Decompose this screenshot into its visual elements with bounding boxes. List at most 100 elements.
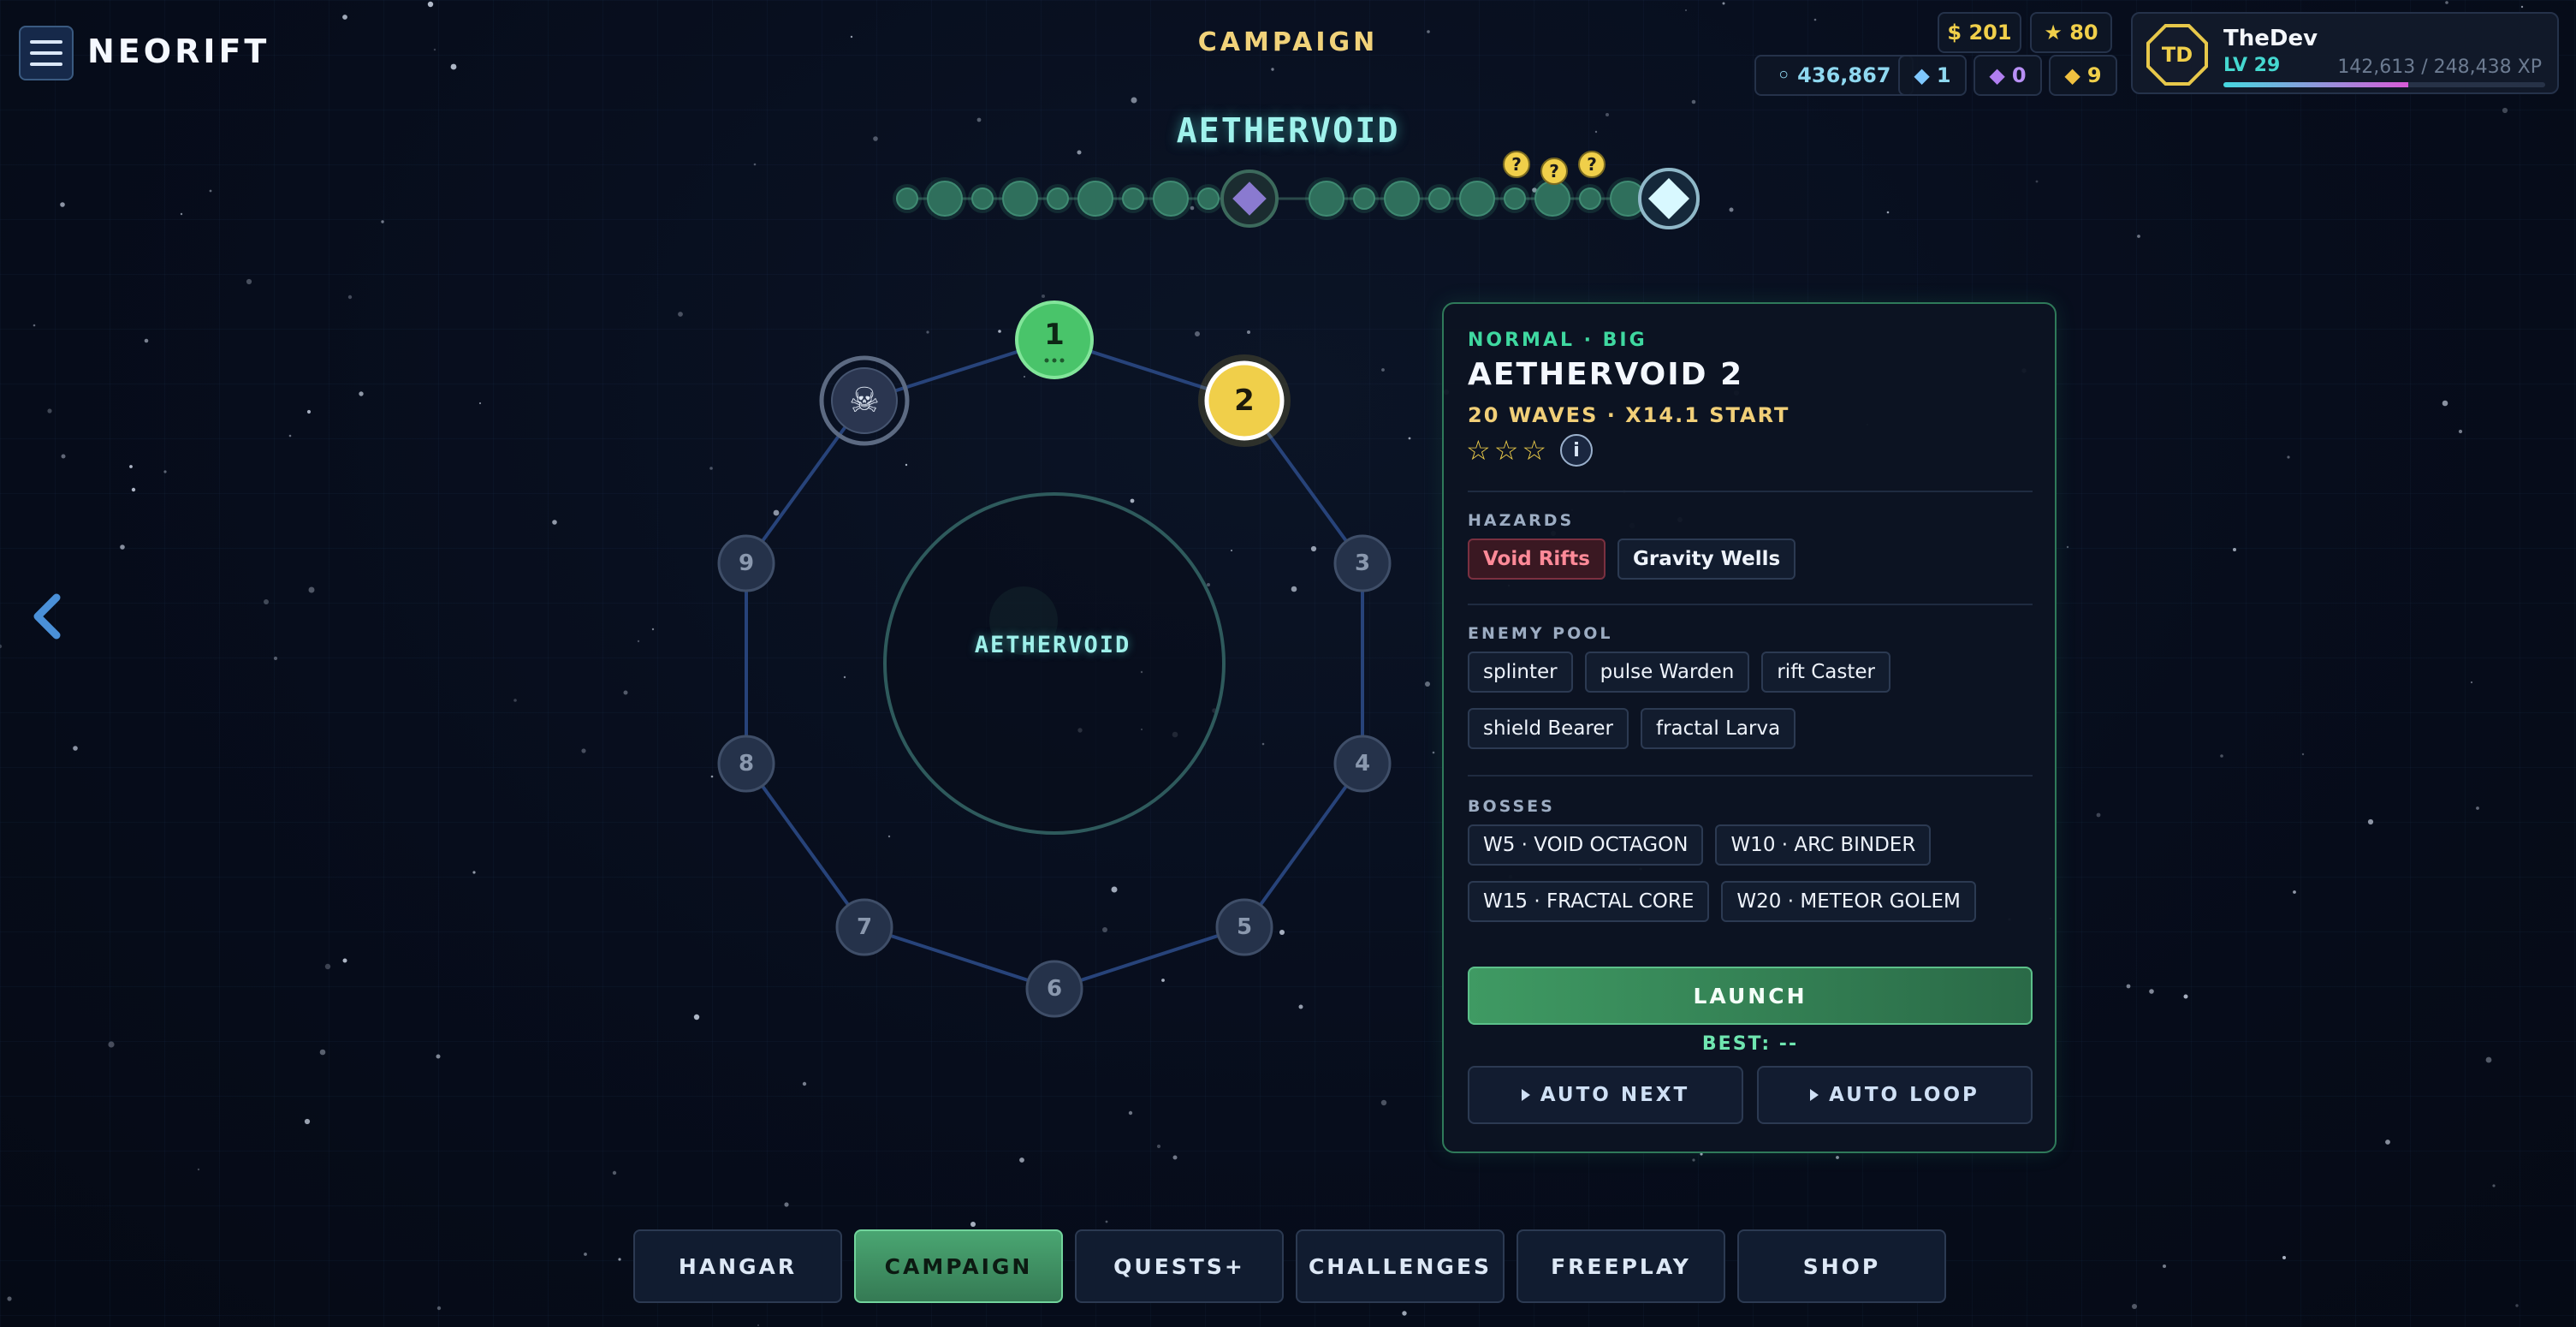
hamburger-menu-button[interactable] — [19, 26, 74, 80]
player-profile[interactable]: TD TheDev LV 29 142,613 / 248,438 XP — [2131, 12, 2559, 94]
star-dot — [1156, 1144, 1161, 1149]
world-core-circle — [883, 492, 1226, 835]
star-dot — [2293, 890, 2296, 894]
star-dot — [324, 963, 331, 970]
stage-node-9[interactable] — [717, 534, 775, 592]
xp-progress-bar — [2223, 82, 2545, 87]
stage-node-2[interactable] — [1198, 354, 1291, 447]
brand-logo: NEORIFT — [87, 33, 270, 70]
star-dot — [623, 690, 628, 695]
stage-node-5[interactable] — [1215, 898, 1273, 956]
star-dot — [2035, 180, 2039, 183]
progress-node — [923, 177, 966, 220]
nav-quests[interactable]: QUESTS+ — [1075, 1229, 1284, 1303]
launch-button[interactable]: LAUNCH — [1468, 967, 2033, 1025]
bosses-heading: BOSSES — [1468, 797, 1555, 816]
star-dot — [2385, 1140, 2390, 1145]
star-dot — [970, 1222, 976, 1227]
stage-node-boss[interactable] — [819, 355, 910, 446]
stage-node-6[interactable] — [1025, 960, 1083, 1018]
star-dot — [478, 402, 482, 405]
star-dot — [1105, 1220, 1108, 1223]
progress-node — [968, 184, 997, 213]
star-dot — [2183, 994, 2188, 999]
star-dot — [273, 656, 278, 661]
star-dot — [1019, 1157, 1024, 1163]
hazards-list: Void Rifts Gravity Wells — [1468, 539, 2041, 580]
diamond-purple-icon: ◆ — [1989, 63, 2005, 87]
progress-node — [1305, 177, 1348, 220]
stage-node-3[interactable] — [1333, 534, 1392, 592]
star-dot — [264, 599, 269, 604]
star-dot — [2287, 455, 2290, 459]
player-name: TheDev — [2223, 26, 2318, 51]
divider — [1468, 775, 2033, 777]
star-dot — [753, 163, 757, 166]
star-dot — [1813, 18, 1817, 21]
svg-text:?: ? — [1549, 161, 1559, 181]
star-dot — [618, 1258, 621, 1261]
progress-node — [1500, 184, 1529, 213]
star-dot — [581, 748, 586, 753]
unknown-question-icon: ? — [1540, 158, 1568, 185]
star-dot — [612, 1170, 617, 1175]
diamond-blue-icon: ◆ — [1914, 63, 1930, 87]
enemy-tag: rift Caster — [1761, 652, 1890, 693]
world-progress-track: ??? — [893, 151, 1700, 229]
star-dot — [976, 117, 982, 122]
star-dot — [436, 1054, 441, 1059]
progress-node — [1149, 177, 1192, 220]
stage-path — [1054, 925, 1245, 991]
star-dot — [2502, 107, 2508, 114]
nav-freeplay[interactable]: FREEPLAY — [1517, 1229, 1725, 1303]
stars-counter: ★ 80 — [2030, 12, 2112, 53]
star-dot — [2476, 806, 2479, 810]
star-dot — [433, 48, 436, 51]
star-dot — [2520, 5, 2524, 9]
nav-challenges[interactable]: CHALLENGES — [1296, 1229, 1505, 1303]
stage-path — [1243, 762, 1364, 929]
star-dot — [2470, 681, 2473, 684]
world-boss-diamond-icon — [1638, 168, 1700, 229]
star-dot — [1886, 211, 1890, 214]
auto-next-button[interactable]: AUTO NEXT — [1468, 1066, 1743, 1124]
stage-node-4[interactable] — [1333, 735, 1392, 793]
nav-campaign[interactable]: CAMPAIGN — [854, 1229, 1063, 1303]
star-dot — [342, 15, 347, 20]
info-icon[interactable]: i — [1560, 434, 1594, 467]
star-dot — [1685, 9, 1687, 11]
nav-hangar[interactable]: HANGAR — [633, 1229, 842, 1303]
star-dot — [1836, 1156, 1839, 1159]
back-arrow-icon[interactable] — [26, 591, 68, 642]
world-center-label: AETHERVOID — [974, 632, 1131, 658]
star-dot — [2149, 989, 2154, 994]
enemy-pool-heading: ENEMY POOL — [1468, 624, 1613, 643]
star-dot — [802, 1081, 807, 1086]
play-icon — [1521, 1089, 1530, 1101]
unknown-question-icon: ? — [1503, 151, 1530, 178]
star-dot — [342, 958, 347, 963]
best-score: BEST: -- — [1701, 1033, 1799, 1055]
star-dot — [347, 295, 353, 300]
stage-node-8[interactable] — [717, 735, 775, 793]
progress-node — [1074, 177, 1117, 220]
auto-loop-button[interactable]: AUTO LOOP — [1757, 1066, 2033, 1124]
nav-shop[interactable]: SHOP — [1737, 1229, 1946, 1303]
progress-node — [1194, 184, 1223, 213]
star-dot — [637, 640, 640, 643]
progress-node — [1043, 184, 1072, 213]
stage-node-7[interactable] — [835, 898, 893, 956]
enemy-tag: shield Bearer — [1468, 708, 1629, 749]
player-xp: 142,613 / 248,438 XP — [2337, 57, 2542, 78]
star-dot — [1722, 2, 1725, 5]
stage-node-1[interactable] — [1015, 301, 1094, 379]
star-dot — [288, 434, 292, 437]
progress-node — [999, 177, 1042, 220]
boss-tag: W20 · METEOR GOLEM — [1721, 881, 1976, 922]
star-dot — [1692, 1158, 1695, 1162]
cleared-dots — [1044, 358, 1065, 363]
stage-detail-panel: NORMAL · BIG AETHERVOID 2 20 WAVES · X14… — [1442, 302, 2057, 1153]
star-dot — [678, 312, 683, 317]
star-dot — [319, 1049, 326, 1056]
star-dot — [584, 1253, 587, 1256]
